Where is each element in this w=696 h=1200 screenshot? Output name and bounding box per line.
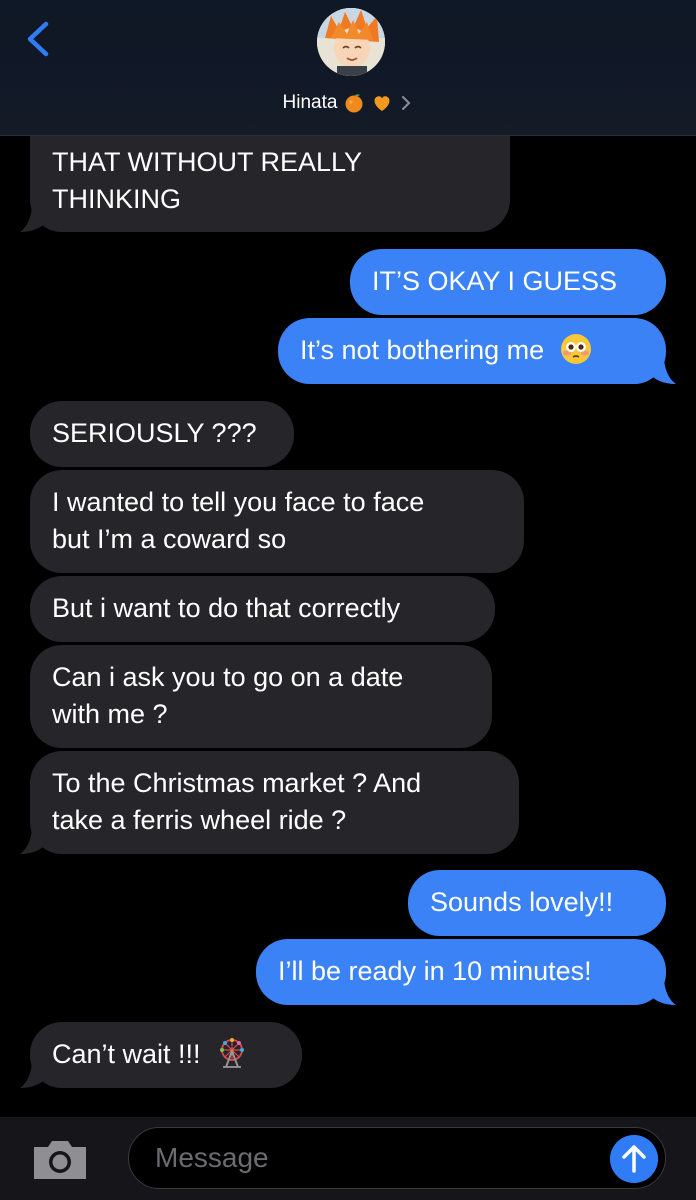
message-line: I’ll be ready in 10 minutes!	[278, 956, 592, 986]
tangerine-icon	[345, 94, 363, 113]
message-line: To the Christmas market ? And	[52, 768, 422, 798]
message-line: Can i ask you to go on a date	[52, 662, 404, 692]
message-line: THINKING	[52, 184, 182, 214]
message-bubble-incoming[interactable]: SERIOUSLY ???	[30, 401, 294, 467]
arrow-up-icon[interactable]	[610, 1135, 658, 1183]
message-bubble-incoming[interactable]: Can’t wait !!!	[30, 1022, 302, 1088]
orange-heart-icon	[374, 96, 390, 111]
message-bubble-outgoing[interactable]: I’ll be ready in 10 minutes!	[256, 939, 666, 1005]
message-input[interactable]	[128, 1127, 666, 1189]
message-line: THAT WITHOUT REALLY	[52, 147, 363, 177]
message-line: But i want to do that correctly	[52, 593, 401, 623]
message-line: with me ?	[52, 699, 168, 729]
message-bubble-outgoing[interactable]: Sounds lovely!!	[408, 870, 666, 936]
avatar[interactable]	[317, 8, 385, 76]
bubble-tail	[20, 826, 48, 854]
message-line: Sounds lovely!!	[430, 887, 614, 917]
avatar-image	[317, 8, 385, 76]
message-line: IT’S OKAY I GUESS	[372, 266, 618, 296]
message-bubble-incoming[interactable]: THAT WITHOUT REALLY THINKING	[30, 120, 510, 232]
message-bubble-outgoing[interactable]: It’s not bothering me	[278, 318, 666, 384]
bubble-tail	[20, 204, 48, 232]
message-bubble-incoming[interactable]: I wanted to tell you face to face but I’…	[30, 470, 524, 573]
bubble-tail	[648, 977, 676, 1005]
camera-icon[interactable]	[30, 1135, 90, 1183]
chevron-right-icon	[402, 96, 411, 110]
message-line: I wanted to tell you face to face	[52, 487, 425, 517]
contact-name-button[interactable]: Hinata	[0, 88, 696, 118]
message-bubble-outgoing[interactable]: IT’S OKAY I GUESS	[350, 249, 666, 315]
message-bubble-incoming[interactable]: Can i ask you to go on a date with me ?	[30, 645, 492, 748]
conversation-header: Hinata	[0, 0, 696, 136]
ferris-wheel-icon	[220, 1038, 245, 1068]
message-thread: THAT WITHOUT REALLY THINKING IT’S OKAY I…	[0, 0, 696, 1200]
message-line: take a ferris wheel ride ?	[52, 805, 347, 835]
message-bubble-incoming[interactable]: But i want to do that correctly	[30, 576, 495, 642]
message-line: but I’m a coward so	[52, 524, 287, 554]
chevron-left-icon[interactable]	[18, 14, 58, 64]
bubble-tail	[648, 356, 676, 384]
message-line: It’s not bothering me	[300, 335, 545, 365]
message-composer	[0, 1117, 696, 1200]
message-bubble-incoming[interactable]: To the Christmas market ? And take a fer…	[30, 751, 519, 854]
bubble-tail	[20, 1060, 48, 1088]
flushed-face-icon	[560, 334, 591, 364]
message-line: Can’t wait !!!	[52, 1039, 201, 1069]
contact-name: Hinata	[282, 92, 338, 113]
message-line: SERIOUSLY ???	[52, 418, 257, 448]
